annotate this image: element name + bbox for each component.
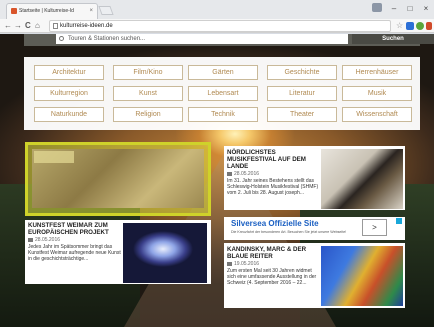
browser-tab[interactable]: Startseite | Kulturreise-Id × xyxy=(6,3,98,19)
article-card-musikfestival[interactable]: Nördlichstes Musikfestival auf dem Lande… xyxy=(224,146,405,210)
ad-title[interactable]: Silversea Offizielle Site xyxy=(231,219,319,228)
extension-icon[interactable] xyxy=(426,22,432,30)
article-title[interactable]: Kandinsky, Marc & Der Blaue Reiter xyxy=(227,246,319,260)
reload-icon[interactable]: C xyxy=(25,20,31,32)
ad-banner[interactable]: Silversea Offizielle Site Die Kreuzfahrt… xyxy=(224,217,405,240)
article-excerpt: Jedes Jahr im Spätsommer bringt das Kuns… xyxy=(28,244,121,262)
category-wissenschaft[interactable]: Wissenschaft xyxy=(342,107,412,122)
tab-close-icon[interactable]: × xyxy=(89,4,93,19)
page-icon xyxy=(53,23,58,29)
extension-icon[interactable] xyxy=(406,22,414,30)
calendar-icon xyxy=(28,237,33,242)
browser-toolbar: ← → C ⌂ kulturreise-ideen.de ☆ xyxy=(0,19,434,33)
maximize-button[interactable]: □ xyxy=(404,3,416,15)
article-title[interactable]: Nördlichstes Musikfestival auf dem Lande xyxy=(227,149,319,170)
new-tab-button[interactable] xyxy=(98,6,114,15)
bookmark-star-icon[interactable]: ☆ xyxy=(396,20,403,32)
category-gaerten[interactable]: Gärten xyxy=(188,65,258,80)
article-title[interactable]: Kunstfest Weimar zum europäischen Projek… xyxy=(28,222,121,236)
category-musik[interactable]: Musik xyxy=(342,86,412,101)
calendar-icon xyxy=(227,261,232,266)
extension-icon[interactable] xyxy=(416,22,424,30)
category-technik[interactable]: Technik xyxy=(188,107,258,122)
article-card-weimar[interactable]: Kunstfest Weimar zum europäischen Projek… xyxy=(25,220,211,284)
article-image[interactable] xyxy=(123,223,207,283)
browser-titlebar: Startseite | Kulturreise-Id × – □ × xyxy=(0,0,434,19)
article-image[interactable] xyxy=(321,246,403,306)
article-date: 28.05.2016 xyxy=(227,171,319,178)
search-button[interactable]: Suchen xyxy=(352,34,434,44)
category-kunst[interactable]: Kunst xyxy=(113,86,183,101)
ad-subtitle: Die Kreuzfahrt der besonderen Art. Besuc… xyxy=(231,230,347,234)
category-film-kino[interactable]: Film/Kino xyxy=(113,65,183,80)
search-bar: Touren & Stationen suchen... Suchen xyxy=(24,34,434,46)
category-literatur[interactable]: Literatur xyxy=(267,86,337,101)
user-profile-icon[interactable] xyxy=(372,3,382,12)
ad-choices-icon[interactable] xyxy=(396,218,402,224)
search-placeholder: Touren & Stationen suchen... xyxy=(68,36,146,42)
featured-teaser-highlight[interactable] xyxy=(25,142,211,216)
category-naturkunde[interactable]: Naturkunde xyxy=(34,107,104,122)
article-excerpt: Zum ersten Mal seit 30 Jahren widmet sic… xyxy=(227,268,317,286)
category-panel: Architektur Film/Kino Gärten Geschichte … xyxy=(24,57,420,130)
site-favicon-icon xyxy=(11,8,17,14)
featured-teaser-banner xyxy=(34,151,74,163)
minimize-button[interactable]: – xyxy=(388,3,400,15)
article-excerpt: Im 31. Jahr seines Bestehens stellt das … xyxy=(227,178,319,196)
ad-arrow-button[interactable]: > xyxy=(362,219,387,236)
calendar-icon xyxy=(227,171,232,176)
category-religion[interactable]: Religion xyxy=(113,107,183,122)
window-close-button[interactable]: × xyxy=(420,3,432,15)
category-theater[interactable]: Theater xyxy=(267,107,337,122)
back-arrow-icon[interactable]: ← xyxy=(4,20,12,32)
category-geschichte[interactable]: Geschichte xyxy=(267,65,337,80)
article-date: 19.05.2016 xyxy=(227,261,319,268)
category-herrenhaeuser[interactable]: Herrenhäuser xyxy=(342,65,412,80)
forward-arrow-icon[interactable]: → xyxy=(14,20,22,32)
home-icon[interactable]: ⌂ xyxy=(35,20,40,32)
category-architektur[interactable]: Architektur xyxy=(34,65,104,80)
search-input[interactable]: Touren & Stationen suchen... xyxy=(56,34,348,44)
address-bar[interactable]: kulturreise-ideen.de xyxy=(49,20,391,32)
article-date: 28.05.2016 xyxy=(28,237,121,244)
search-icon xyxy=(59,36,64,41)
tab-title: Startseite | Kulturreise-Id xyxy=(19,8,74,14)
url-text: kulturreise-ideen.de xyxy=(60,23,113,29)
category-kulturregion[interactable]: Kulturregion xyxy=(34,86,104,101)
featured-teaser-image xyxy=(32,149,204,208)
article-card-kandinsky[interactable]: Kandinsky, Marc & Der Blaue Reiter 19.05… xyxy=(224,243,405,308)
category-lebensart[interactable]: Lebensart xyxy=(188,86,258,101)
page-viewport: Touren & Stationen suchen... Suchen Arch… xyxy=(0,34,434,327)
article-image[interactable] xyxy=(321,149,403,209)
